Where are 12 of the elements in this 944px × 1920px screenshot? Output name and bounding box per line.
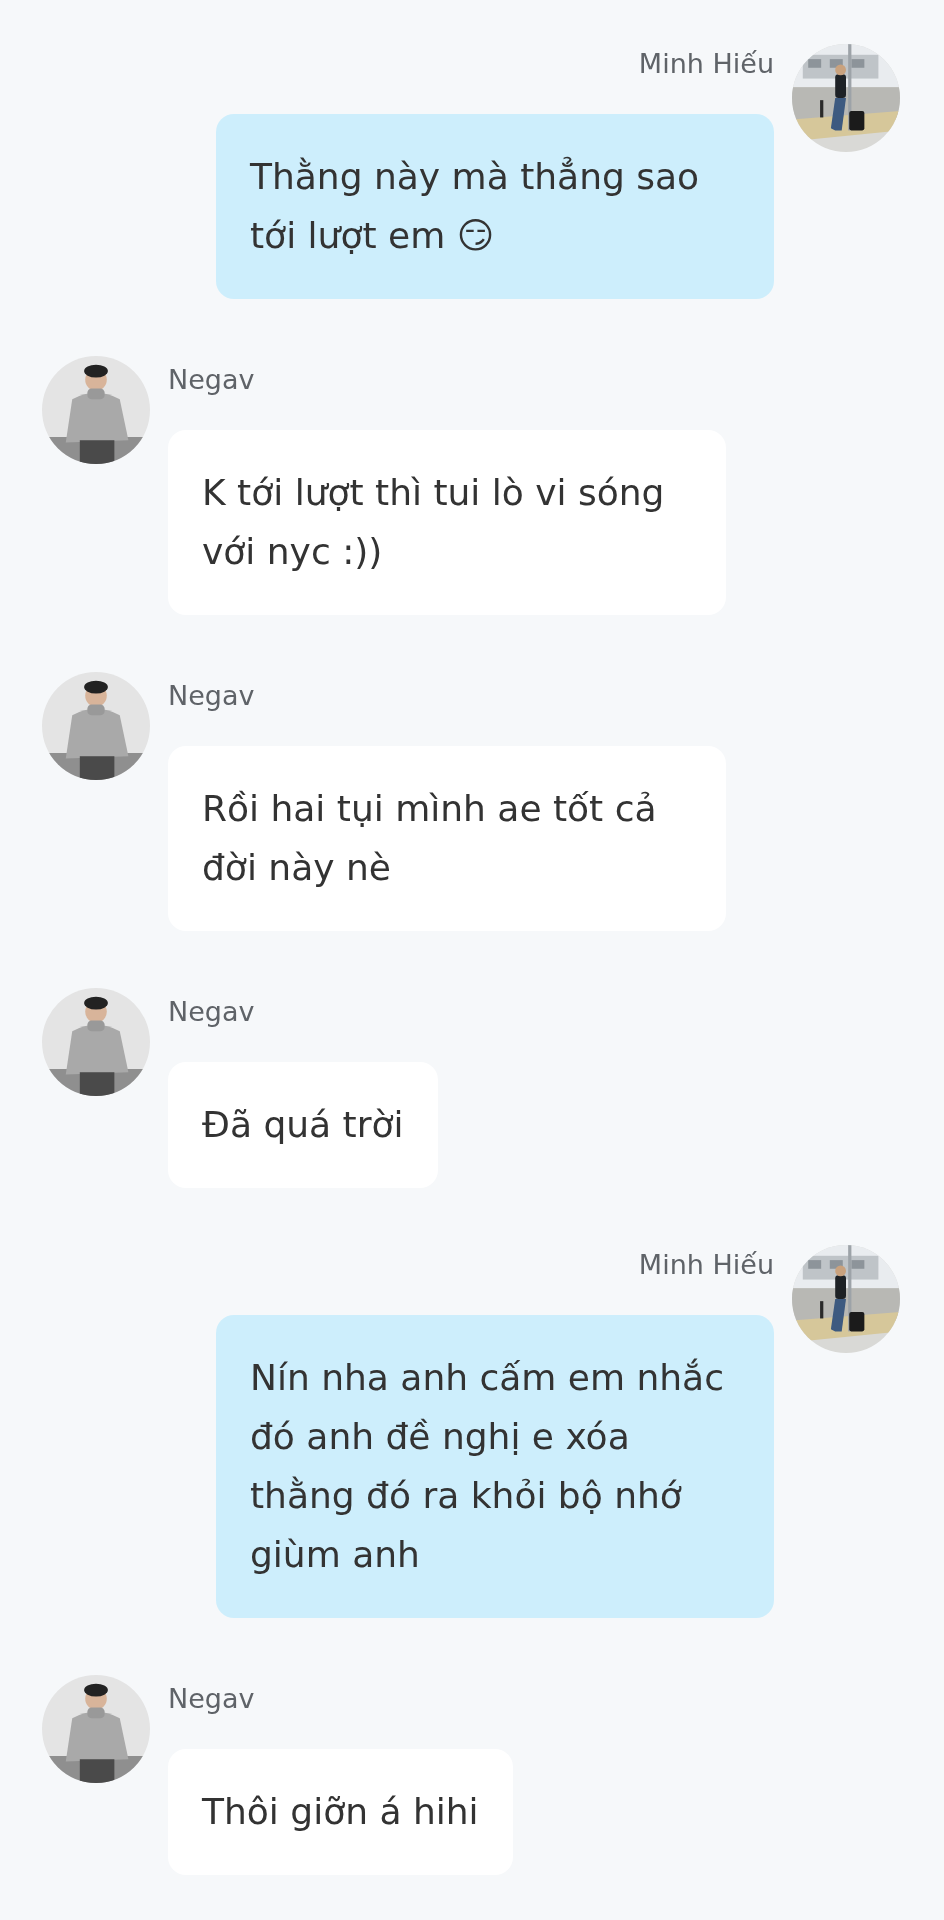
sender-name: Negav [168,995,255,1029]
message-bubble: Rồi hai tụi mình ae tốt cả đời này nè [168,746,726,931]
sender-name: Minh Hiếu [638,47,774,81]
message-bubble: Đã quá trời [168,1062,438,1188]
message-bubble: K tới lượt thì tui lò vi sóng với nyc :)) [168,430,726,615]
message-bubble: Thằng này mà thẳng sao tới lượt em 😏 [216,114,774,299]
message-bubble: Thôi giỡn á hihi [168,1749,513,1875]
sender-name: Negav [168,679,255,713]
sender-name: Negav [168,1682,255,1716]
sender-name: Minh Hiếu [638,1248,774,1282]
sender-name: Negav [168,363,255,397]
message-bubble: Nín nha anh cấm em nhắc đó anh đề nghị e xóa thằng đó ra khỏi bộ nhớ giùm anh [216,1315,774,1618]
